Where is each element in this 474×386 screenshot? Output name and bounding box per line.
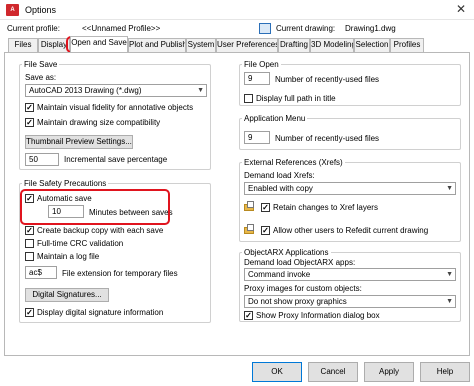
display-digital-signature-checkbox[interactable]: ✓ [25, 308, 34, 317]
objectarx-demand-load-label: Demand load ObjectARX apps: [244, 258, 356, 267]
proxy-images-label: Proxy images for custom objects: [244, 284, 362, 293]
temp-file-extension-input[interactable]: ac$ [25, 266, 57, 279]
current-profile-label: Current profile: [7, 24, 60, 33]
xrefs-title: External References (Xrefs) [242, 158, 345, 167]
ok-button[interactable]: OK [252, 362, 302, 382]
chevron-down-icon: ▼ [446, 298, 453, 305]
xrefs-demand-load-select[interactable]: Enabled with copy ▼ [244, 182, 456, 195]
show-proxy-dialog-checkbox[interactable]: ✓ [244, 311, 253, 320]
refedit-icon [244, 224, 256, 235]
drawing-icon [259, 23, 271, 34]
xref-layers-icon [244, 201, 256, 212]
retain-changes-checkbox[interactable]: ✓ [261, 203, 270, 212]
save-as-select[interactable]: AutoCAD 2013 Drawing (*.dwg) ▼ [25, 84, 207, 97]
app-menu-recent-label: Number of recently-used files [275, 134, 380, 143]
save-as-label: Save as: [25, 73, 57, 82]
allow-other-users-label: Allow other users to Refedit current dra… [273, 226, 429, 235]
objectarx-demand-load-select[interactable]: Command invoke ▼ [244, 268, 456, 281]
tab-files[interactable]: Files [8, 38, 38, 52]
thumbnail-preview-settings-button[interactable]: Thumbnail Preview Settings... [25, 135, 133, 149]
create-backup-checkbox[interactable]: ✓ [25, 226, 34, 235]
close-icon[interactable]: ✕ [456, 2, 466, 16]
file-save-title: File Save [22, 60, 60, 69]
maintain-log-checkbox[interactable] [25, 252, 34, 261]
display-full-path-label: Display full path in title [256, 94, 336, 103]
objectarx-title: ObjectARX Applications [242, 248, 331, 257]
allow-other-users-checkbox[interactable]: ✓ [261, 226, 270, 235]
autocad-app-icon: A [6, 4, 19, 16]
current-profile-value: <<Unnamed Profile>> [82, 24, 161, 33]
current-drawing-value: Drawing1.dwg [345, 24, 396, 33]
maintain-drawing-size-checkbox[interactable]: ✓ [25, 118, 34, 127]
application-menu-title: Application Menu [242, 114, 308, 123]
show-proxy-dialog-label: Show Proxy Information dialog box [256, 311, 380, 320]
proxy-images-value: Do not show proxy graphics [248, 297, 347, 306]
tab-selection[interactable]: Selection [354, 38, 390, 52]
full-time-crc-label: Full-time CRC validation [37, 239, 124, 248]
app-menu-recent-input[interactable]: 9 [244, 131, 270, 144]
digital-signatures-button[interactable]: Digital Signatures... [25, 288, 109, 302]
full-time-crc-checkbox[interactable] [25, 239, 34, 248]
create-backup-label: Create backup copy with each save [37, 226, 164, 235]
tab-system[interactable]: System [186, 38, 216, 52]
tab-user-preferences[interactable]: User Preferences [216, 38, 278, 52]
display-digital-signature-label: Display digital signature information [37, 308, 164, 317]
maintain-visual-fidelity-label: Maintain visual fidelity for annotative … [37, 103, 194, 112]
apply-button[interactable]: Apply [364, 362, 414, 382]
incremental-save-input[interactable]: 50 [25, 153, 59, 166]
file-safety-title: File Safety Precautions [22, 179, 109, 188]
help-button[interactable]: Help [420, 362, 470, 382]
maintain-visual-fidelity-checkbox[interactable]: ✓ [25, 103, 34, 112]
file-open-recent-input[interactable]: 9 [244, 72, 270, 85]
xrefs-demand-load-label: Demand load Xrefs: [244, 171, 315, 180]
temp-file-extension-label: File extension for temporary files [62, 269, 178, 278]
tab-3d-modeling[interactable]: 3D Modeling [310, 38, 354, 52]
tab-plot-and-publish[interactable]: Plot and Publish [128, 38, 186, 52]
cancel-button[interactable]: Cancel [308, 362, 358, 382]
tab-open-and-save[interactable]: Open and Save [70, 36, 128, 52]
retain-changes-label: Retain changes to Xref layers [273, 203, 378, 212]
tab-profiles[interactable]: Profiles [390, 38, 424, 52]
incremental-save-label: Incremental save percentage [64, 155, 168, 164]
chevron-down-icon: ▼ [197, 87, 204, 94]
tab-strip: Files Display Open and Save Plot and Pub… [4, 36, 472, 52]
window-title: Options [25, 5, 57, 15]
save-as-value: AutoCAD 2013 Drawing (*.dwg) [29, 86, 142, 95]
chevron-down-icon: ▼ [446, 271, 453, 278]
automatic-save-highlight [20, 189, 170, 225]
tab-drafting[interactable]: Drafting [278, 38, 310, 52]
current-drawing-label: Current drawing: [276, 24, 336, 33]
title-bar: A Options ✕ [0, 0, 474, 20]
maintain-drawing-size-label: Maintain drawing size compatibility [37, 118, 161, 127]
objectarx-demand-load-value: Command invoke [248, 270, 311, 279]
file-open-recent-label: Number of recently-used files [275, 75, 380, 84]
file-open-title: File Open [242, 60, 281, 69]
display-full-path-checkbox[interactable] [244, 94, 253, 103]
proxy-images-select[interactable]: Do not show proxy graphics ▼ [244, 295, 456, 308]
chevron-down-icon: ▼ [446, 185, 453, 192]
maintain-log-label: Maintain a log file [37, 252, 100, 261]
xrefs-demand-load-value: Enabled with copy [248, 184, 313, 193]
